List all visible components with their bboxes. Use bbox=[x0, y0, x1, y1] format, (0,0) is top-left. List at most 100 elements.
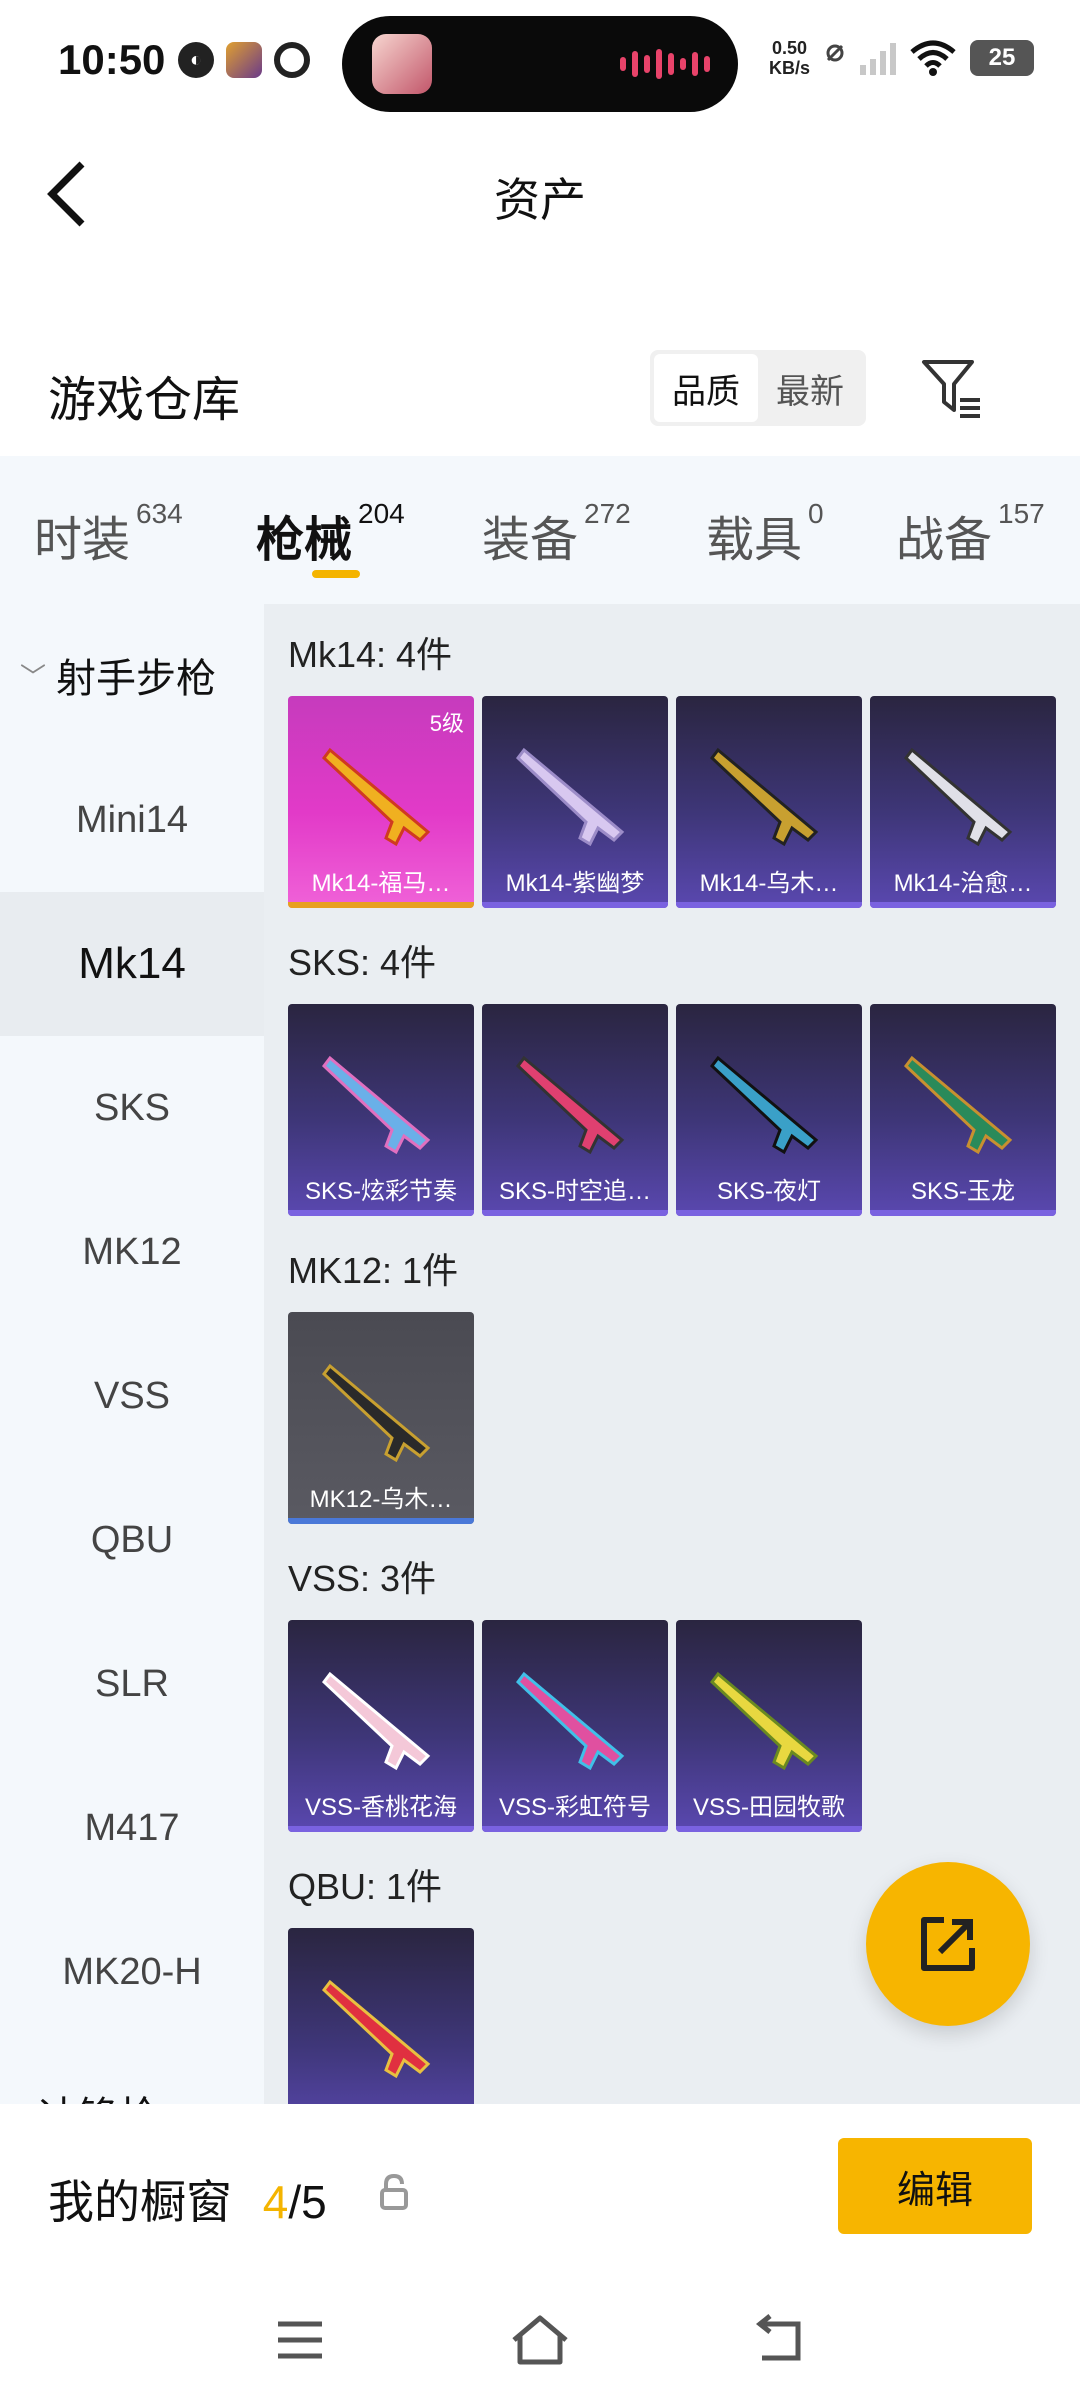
weapon-name: Mk14-福马… bbox=[311, 870, 451, 897]
weapon-card[interactable]: SKS-夜灯 bbox=[676, 1004, 862, 1216]
back-icon[interactable] bbox=[748, 2308, 812, 2372]
rifle-icon bbox=[515, 1055, 625, 1155]
rarity-bar bbox=[870, 1210, 1056, 1216]
weapon-name: SKS-时空追… bbox=[498, 1178, 651, 1205]
share-fab[interactable] bbox=[866, 1862, 1030, 2026]
rifle-icon bbox=[321, 1979, 431, 2079]
sidebar-item-mk20h[interactable]: MK20-H bbox=[0, 1900, 264, 2044]
active-tab-indicator bbox=[312, 570, 360, 578]
status-right-icons: 0.50 KB/s 25 bbox=[769, 38, 1034, 78]
rifle-icon bbox=[709, 1671, 819, 1771]
warehouse-header: 游戏仓库 品质 最新 bbox=[0, 330, 1080, 450]
weapon-name: Mk14-乌木… bbox=[699, 870, 839, 897]
game-app-icon bbox=[226, 42, 262, 78]
status-time: 10:50 bbox=[58, 36, 166, 83]
lock-icon bbox=[380, 2174, 408, 2210]
rarity-bar bbox=[676, 1826, 862, 1832]
weapon-card[interactable]: VSS-香桃花海 bbox=[288, 1620, 474, 1832]
no-sim-icon bbox=[826, 44, 844, 62]
rarity-bar bbox=[482, 902, 668, 908]
tab-label: 载具 bbox=[706, 514, 803, 567]
sidebar-item-vss[interactable]: VSS bbox=[0, 1324, 264, 1468]
tab-equipment[interactable]: 装备272 bbox=[482, 498, 631, 570]
filter-icon[interactable] bbox=[920, 356, 984, 420]
rifle-icon bbox=[515, 1671, 625, 1771]
showcase-label: 我的橱窗 4/5 bbox=[48, 2166, 327, 2232]
weapon-name: Mk14-治愈… bbox=[893, 870, 1033, 897]
weapon-card[interactable]: Mk14-紫幽梦 bbox=[482, 696, 668, 908]
weapon-card[interactable]: Mk14-乌木… bbox=[676, 696, 862, 908]
page-title: 资产 bbox=[494, 174, 586, 226]
tab-fashion[interactable]: 时装634 bbox=[34, 498, 183, 570]
rarity-bar bbox=[288, 1518, 474, 1524]
weapon-card[interactable]: SKS-时空追… bbox=[482, 1004, 668, 1216]
sync-icon bbox=[274, 42, 310, 78]
weapon-name: SKS-夜灯 bbox=[716, 1178, 821, 1205]
sidebar-group-label: 射手步枪 bbox=[56, 657, 217, 701]
weapon-card[interactable]: SKS-炫彩节奏 bbox=[288, 1004, 474, 1216]
weapon-card[interactable]: 5级 Mk14-福马… bbox=[288, 696, 474, 908]
status-bar: 10:50 ◐ 0.50 KB/s 25 bbox=[0, 0, 1080, 124]
sidebar-item-slr[interactable]: SLR bbox=[0, 1612, 264, 1756]
sort-option-newest[interactable]: 最新 bbox=[758, 354, 862, 422]
tab-count: 272 bbox=[584, 498, 631, 529]
wifi-icon bbox=[910, 40, 956, 76]
weapon-card[interactable]: SKS-玉龙 bbox=[870, 1004, 1056, 1216]
sidebar-item-qbu[interactable]: QBU bbox=[0, 1468, 264, 1612]
group-label-sks: SKS: 4件 bbox=[288, 942, 437, 983]
weapon-sidebar: ﹀ 射手步枪 Mini14 Mk14 SKS MK12 VSS QBU SLR … bbox=[0, 604, 264, 2104]
system-nav-bar bbox=[0, 2284, 1080, 2400]
rifle-icon bbox=[903, 1055, 1013, 1155]
sidebar-item-mk14[interactable]: Mk14 bbox=[0, 892, 264, 1036]
dynamic-island[interactable] bbox=[342, 16, 738, 112]
weapon-name: SKS-玉龙 bbox=[910, 1178, 1015, 1205]
tab-supplies[interactable]: 战备157 bbox=[896, 498, 1045, 570]
home-icon[interactable] bbox=[508, 2308, 572, 2372]
weapon-level: 5级 bbox=[429, 711, 464, 736]
group-label-vss: VSS: 3件 bbox=[288, 1558, 437, 1599]
sidebar-group-label: 冲锋枪 bbox=[39, 2084, 159, 2104]
network-speed: 0.50 KB/s bbox=[769, 38, 810, 78]
tab-vehicles[interactable]: 载具0 bbox=[706, 498, 824, 570]
tab-count: 204 bbox=[358, 498, 405, 529]
edit-button[interactable]: 编辑 bbox=[838, 2138, 1032, 2234]
weapon-card[interactable]: VSS-田园牧歌 bbox=[676, 1620, 862, 1832]
group-label-mk12: MK12: 1件 bbox=[288, 1250, 459, 1291]
rifle-icon bbox=[321, 747, 431, 847]
rifle-icon bbox=[321, 1055, 431, 1155]
network-speed-value: 0.50 bbox=[771, 38, 808, 58]
rifle-icon bbox=[515, 747, 625, 847]
group-label-mk14: Mk14: 4件 bbox=[288, 634, 453, 675]
audio-wave-icon bbox=[620, 48, 710, 80]
sidebar-item-sks[interactable]: SKS bbox=[0, 1036, 264, 1180]
tab-label: 时装 bbox=[34, 514, 131, 567]
sidebar-group-smg[interactable]: › 冲锋枪 bbox=[20, 2084, 159, 2104]
tab-label: 枪械 bbox=[256, 514, 353, 567]
rarity-bar bbox=[870, 902, 1056, 908]
globe-icon: ◐ bbox=[178, 42, 214, 78]
rarity-bar bbox=[676, 1210, 862, 1216]
sidebar-item-mini14[interactable]: Mini14 bbox=[0, 748, 264, 892]
sort-option-quality[interactable]: 品质 bbox=[654, 354, 758, 422]
tab-weapons[interactable]: 枪械204 bbox=[256, 498, 405, 570]
weapon-name: MK12-乌木… bbox=[309, 1486, 453, 1513]
weapon-name: VSS-香桃花海 bbox=[304, 1794, 457, 1821]
rarity-bar bbox=[288, 1826, 474, 1832]
category-tabs: 时装634 枪械204 装备272 载具0 战备157 bbox=[0, 456, 1080, 604]
weapon-card[interactable]: VSS-彩虹符号 bbox=[482, 1620, 668, 1832]
menu-icon[interactable] bbox=[268, 2308, 332, 2372]
rarity-bar bbox=[288, 902, 474, 908]
tab-count: 634 bbox=[136, 498, 183, 529]
sidebar-group-marksman[interactable]: ﹀ 射手步枪 bbox=[20, 646, 216, 704]
sidebar-item-m417[interactable]: M417 bbox=[0, 1756, 264, 1900]
rarity-bar bbox=[482, 1826, 668, 1832]
rarity-bar bbox=[288, 1210, 474, 1216]
weapon-card[interactable]: Mk14-治愈… bbox=[870, 696, 1056, 908]
header: 资产 bbox=[0, 124, 1080, 264]
sort-segmented-control: 品质 最新 bbox=[650, 350, 866, 426]
sidebar-item-mk12[interactable]: MK12 bbox=[0, 1180, 264, 1324]
weapon-card[interactable] bbox=[288, 1928, 474, 2104]
group-label-qbu: QBU: 1件 bbox=[288, 1866, 443, 1907]
weapon-card[interactable]: MK12-乌木… bbox=[288, 1312, 474, 1524]
tab-label: 战备 bbox=[896, 514, 993, 567]
